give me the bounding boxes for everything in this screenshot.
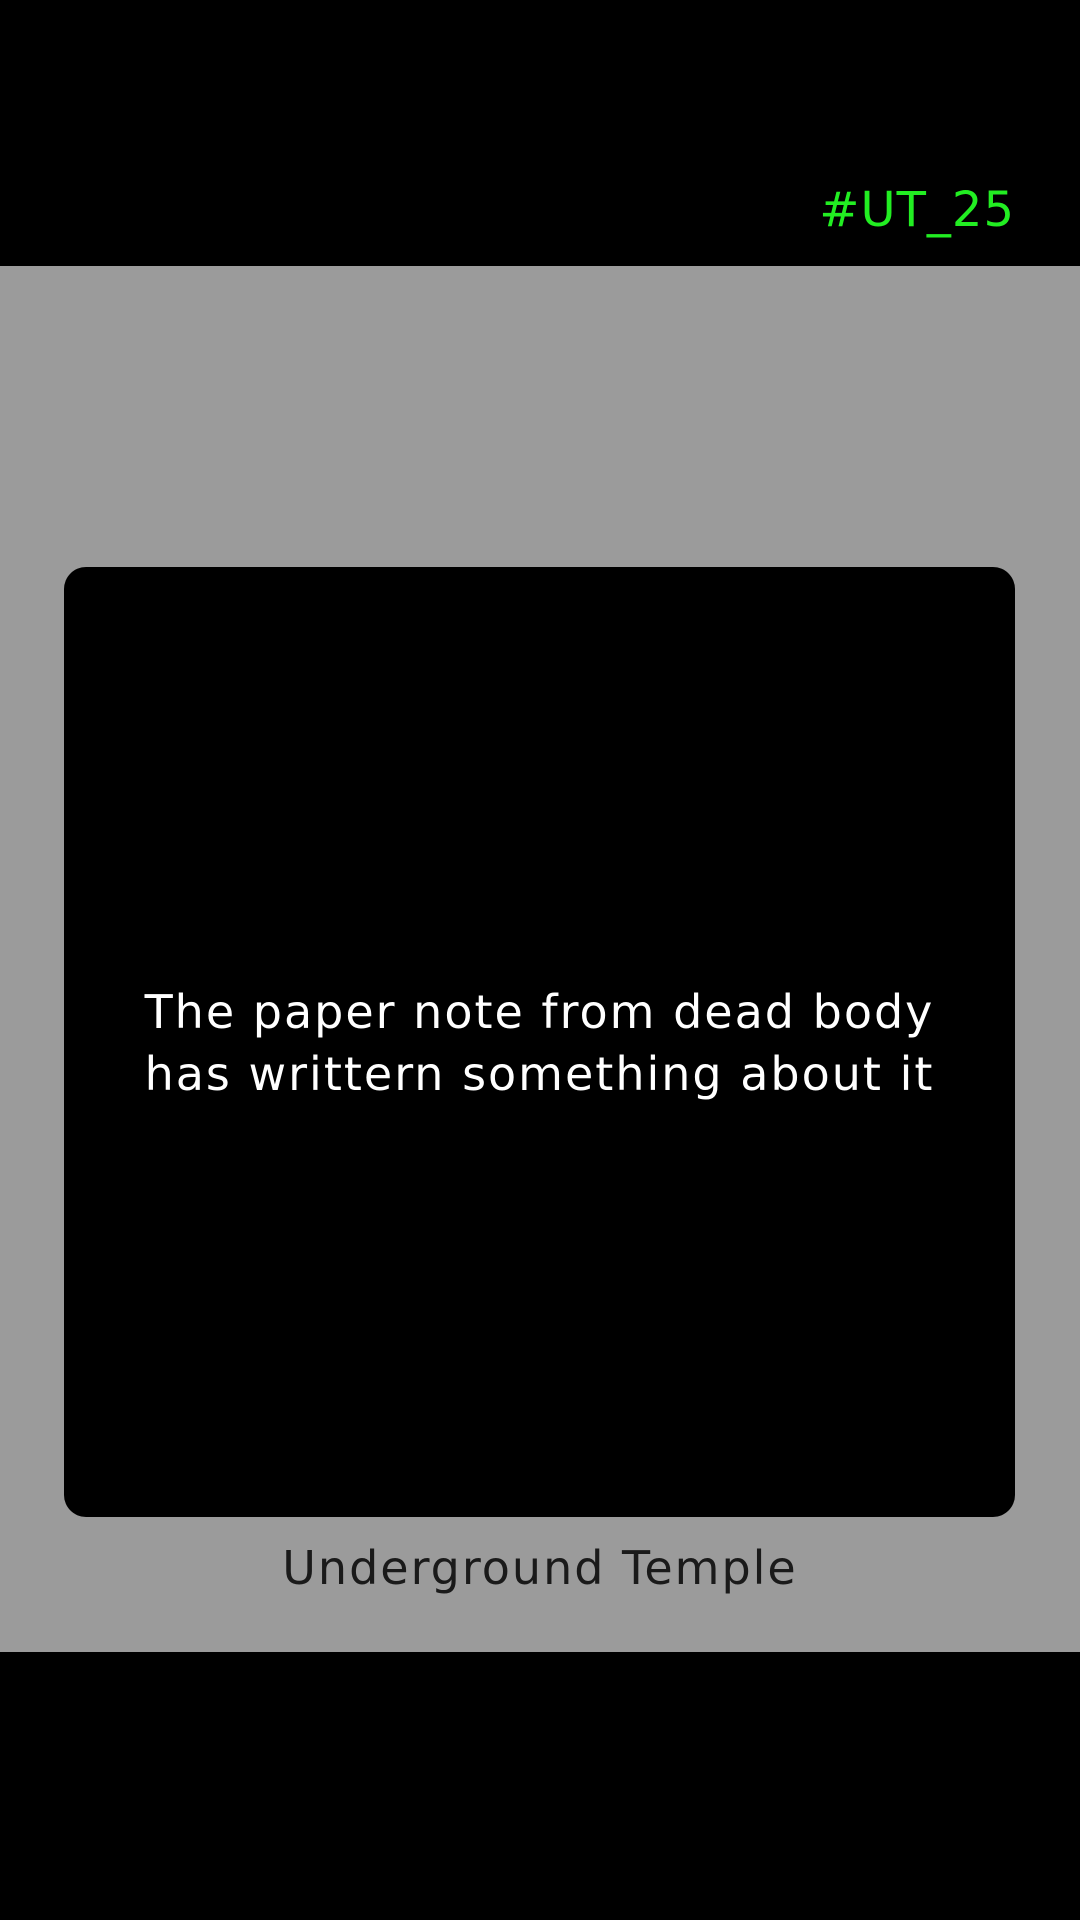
- top-bar: #UT_25: [0, 0, 1080, 266]
- note-panel[interactable]: The paper note from dead body has writte…: [64, 567, 1015, 1517]
- item-card-area: The paper note from dead body has writte…: [0, 266, 1080, 1652]
- bottom-bar: [0, 1652, 1080, 1920]
- note-text: The paper note from dead body has writte…: [144, 985, 935, 1101]
- item-code-label: #UT_25: [819, 182, 1015, 238]
- location-name: Underground Temple: [282, 1541, 798, 1595]
